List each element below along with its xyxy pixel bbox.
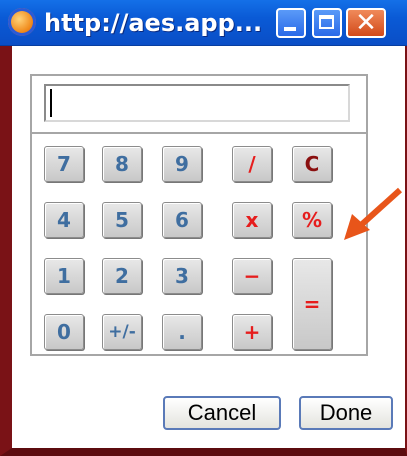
cancel-button[interactable]: Cancel <box>163 396 281 430</box>
key-equals[interactable]: = <box>292 258 332 350</box>
key-clear[interactable]: C <box>292 146 332 182</box>
title-bar[interactable]: http://aes.app... ✕ <box>0 0 407 46</box>
key-plus-minus[interactable]: +/- <box>102 314 142 350</box>
key-2[interactable]: 2 <box>102 258 142 294</box>
key-percent[interactable]: % <box>292 202 332 238</box>
text-caret <box>50 89 52 117</box>
close-icon: ✕ <box>355 8 377 38</box>
key-5[interactable]: 5 <box>102 202 142 238</box>
key-multiply[interactable]: x <box>232 202 272 238</box>
maximize-button[interactable] <box>312 8 342 38</box>
display-area <box>32 76 366 134</box>
key-plus[interactable]: + <box>232 314 272 350</box>
close-button[interactable]: ✕ <box>346 8 386 38</box>
firefox-icon <box>8 8 36 36</box>
key-9[interactable]: 9 <box>162 146 202 182</box>
done-button[interactable]: Done <box>299 396 393 430</box>
key-3[interactable]: 3 <box>162 258 202 294</box>
calculator-window: http://aes.app... ✕ 7 8 9 / C 4 5 6 x % … <box>0 0 407 456</box>
key-6[interactable]: 6 <box>162 202 202 238</box>
key-minus[interactable]: − <box>232 258 272 294</box>
key-8[interactable]: 8 <box>102 146 142 182</box>
key-7[interactable]: 7 <box>44 146 84 182</box>
key-divide[interactable]: / <box>232 146 272 182</box>
red-arrow-icon <box>344 187 403 240</box>
key-0[interactable]: 0 <box>44 314 84 350</box>
key-1[interactable]: 1 <box>44 258 84 294</box>
key-4[interactable]: 4 <box>44 202 84 238</box>
calculator-panel: 7 8 9 / C 4 5 6 x % 1 2 3 − = 0 +/- . + <box>30 74 368 356</box>
minimize-button[interactable] <box>276 8 306 38</box>
window-title: http://aes.app... <box>44 9 263 37</box>
window-content: 7 8 9 / C 4 5 6 x % 1 2 3 − = 0 +/- . + <box>12 46 405 448</box>
calculator-display-input[interactable] <box>44 84 350 122</box>
key-decimal[interactable]: . <box>162 314 202 350</box>
